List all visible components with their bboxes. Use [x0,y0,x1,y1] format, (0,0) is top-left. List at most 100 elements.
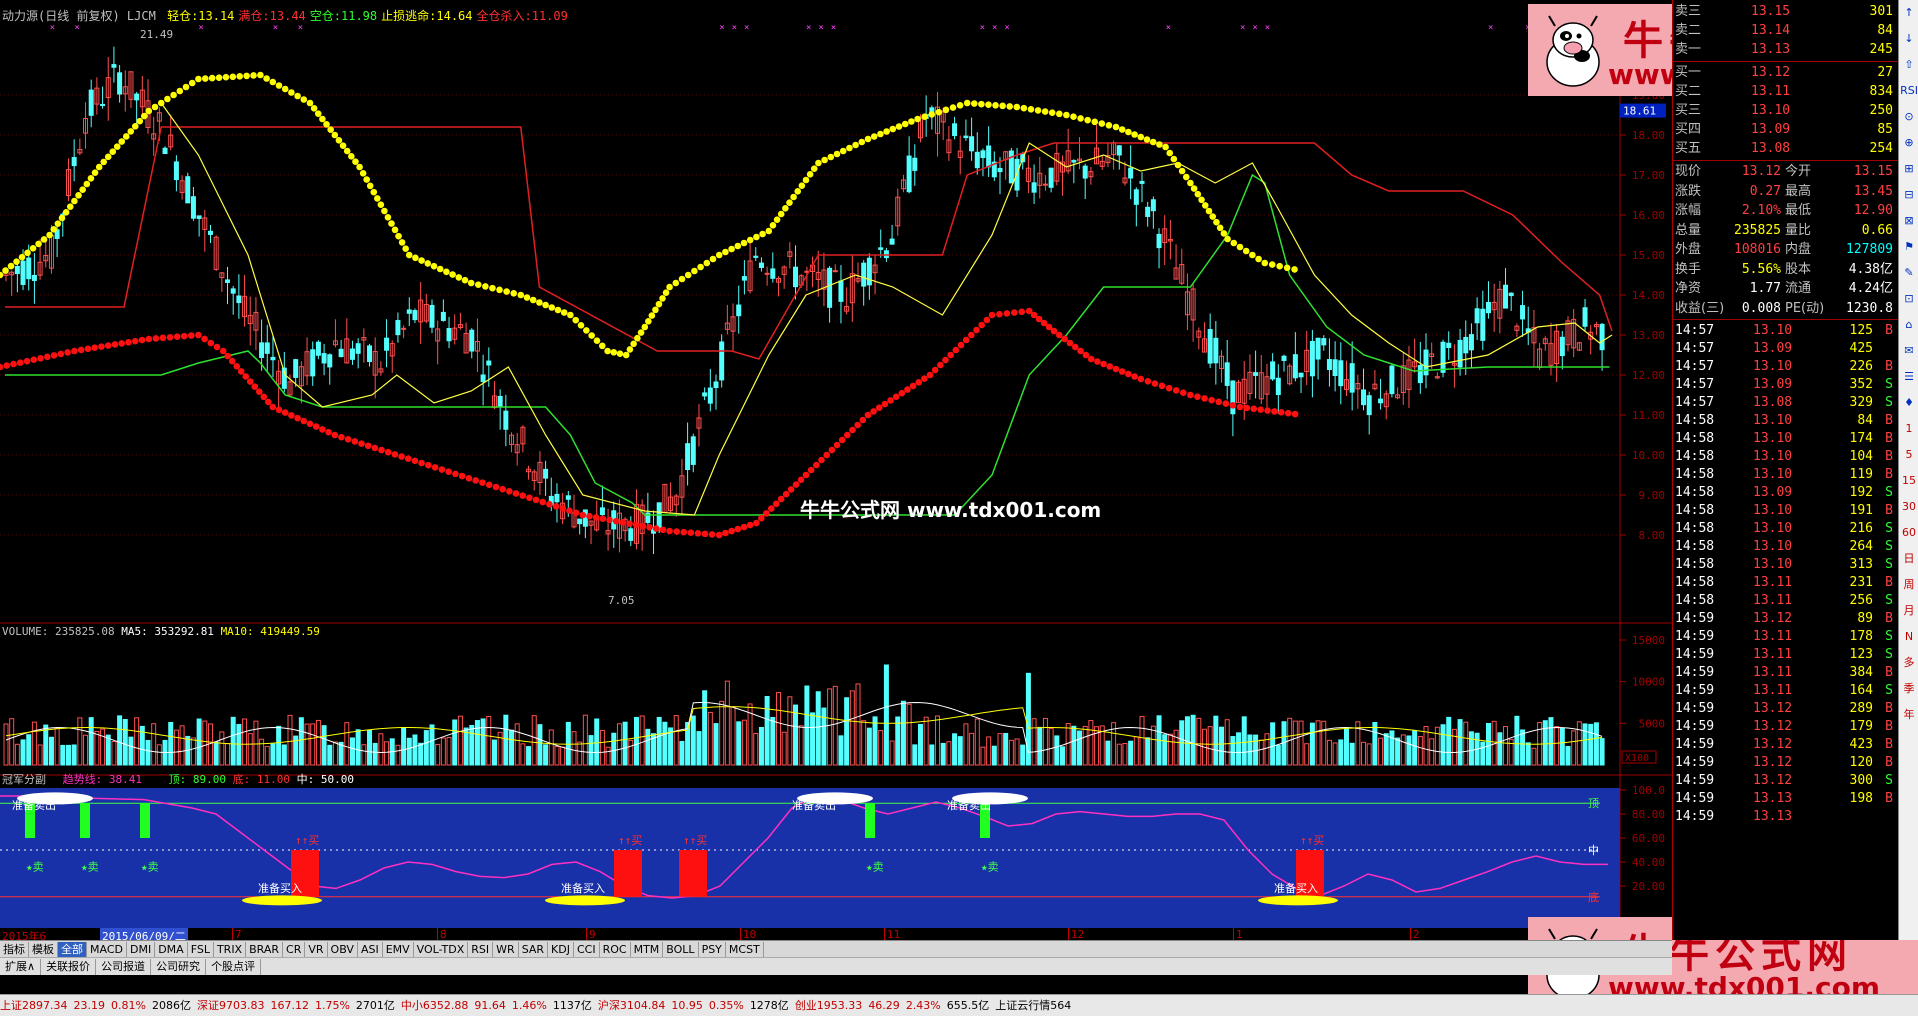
market-index-item[interactable]: 10.95 [671,999,703,1012]
toolbar-button[interactable]: ⊟ [1899,182,1918,208]
volume-bar [1236,732,1242,766]
indicator-tab[interactable]: BOLL [663,941,699,958]
indicator-tab[interactable]: 模板 [29,941,58,958]
toolbar-button[interactable]: 周 [1899,572,1918,598]
indicator-tab[interactable]: DMI [127,941,156,958]
indicator-tab[interactable]: VR [305,941,328,958]
stop-loss-dot [1105,121,1113,129]
indicator-tab[interactable]: CR [283,941,306,958]
toolbar-button[interactable]: ↓ [1899,26,1918,52]
market-index-item[interactable]: 2.43% [906,999,941,1012]
market-index-item[interactable]: 2701亿 [356,999,395,1012]
candle-body [980,150,986,159]
order-book-row[interactable]: 买三 13.10 250 [1673,101,1899,120]
market-index-item[interactable]: 1137亿 [553,999,592,1012]
order-book-row[interactable]: 买二 13.11 834 [1673,82,1899,101]
toolbar-button[interactable]: ⇧ [1899,52,1918,78]
indicator-tab[interactable]: 指标 [0,941,29,958]
indicator-tab[interactable]: OBV [328,941,358,958]
toolbar-button[interactable]: ⊞ [1899,156,1918,182]
market-index-item[interactable]: 沪深3104.84 [598,999,666,1012]
function-tab[interactable]: 公司报道 [96,958,152,975]
function-tab[interactable]: 个股点评 [206,958,262,975]
indicator-tab[interactable]: TRIX [214,941,247,958]
market-index-item[interactable]: 655.5亿 [947,999,990,1012]
toolbar-button[interactable]: 5 [1899,442,1918,468]
market-index-item[interactable]: 23.19 [74,999,106,1012]
candle-body [628,528,634,541]
stop-loss-dot [1174,161,1182,169]
indicator-tab[interactable]: RSI [468,941,494,958]
order-book-row[interactable]: 买五 13.08 254 [1673,139,1899,158]
indicator-tab[interactable]: ROC [600,941,631,958]
toolbar-button[interactable]: RSI [1899,78,1918,104]
market-index-item[interactable]: 0.81% [111,999,146,1012]
order-book-row[interactable]: 买一 13.12 27 [1673,63,1899,82]
toolbar-button[interactable]: 季 [1899,676,1918,702]
market-index-item[interactable]: 0.35% [709,999,744,1012]
indicator-tab[interactable]: MACD [87,941,127,958]
toolbar-button[interactable]: N [1899,624,1918,650]
toolbar-button[interactable]: ⊕ [1899,130,1918,156]
toolbar-button[interactable]: 30 [1899,494,1918,520]
stat-value: 0.27 [1749,183,1781,199]
toolbar-button[interactable]: 60 [1899,520,1918,546]
market-index-item[interactable]: 46.29 [868,999,900,1012]
indicator-tab[interactable]: 全部 [58,941,87,958]
indicator-tab[interactable]: BRAR [246,941,284,958]
market-index-item[interactable]: 2086亿 [152,999,191,1012]
full-buy-dot [84,345,92,353]
chart-area[interactable]: ×××××××××××××××××××××× 15000100005000X10… [0,0,1672,944]
market-index-item[interactable]: 上证云行情564 [995,999,1071,1012]
toolbar-button[interactable]: 月 [1899,598,1918,624]
function-tab[interactable]: 公司研究 [151,958,207,975]
indicator-tab[interactable]: MTM [631,941,664,958]
full-buy-dot [539,498,547,506]
toolbar-button[interactable]: ↑ [1899,0,1918,26]
indicator-tab[interactable]: EMV [383,941,414,958]
toolbar-button[interactable]: ⊙ [1899,104,1918,130]
toolbar-button[interactable]: ✉ [1899,338,1918,364]
market-index-item[interactable]: 中小6352.88 [401,999,469,1012]
function-tab[interactable]: 关联报价 [41,958,97,975]
toolbar-button[interactable]: 年 [1899,702,1918,728]
market-index-item[interactable]: 深证9703.83 [197,999,265,1012]
toolbar-button[interactable]: 日 [1899,546,1918,572]
order-book-row[interactable]: 买四 13.09 85 [1673,120,1899,139]
tick-volume: 84 [1857,413,1873,428]
function-tab[interactable]: 扩展∧ [0,958,42,975]
toolbar-button[interactable]: ⊠ [1899,208,1918,234]
market-index-item[interactable]: 创业1953.33 [795,999,863,1012]
indicator-tab[interactable]: SAR [519,941,549,958]
toolbar-button[interactable]: ⌂ [1899,312,1918,338]
indicator-tab[interactable]: MCST [726,941,764,958]
market-index-item[interactable]: 1.75% [315,999,350,1012]
toolbar-button[interactable]: ⊡ [1899,286,1918,312]
toolbar-button[interactable]: 15 [1899,468,1918,494]
order-book-row[interactable]: 卖一 13.13 245 [1673,40,1899,59]
toolbar-button[interactable]: 多 [1899,650,1918,676]
market-index-item[interactable]: 1.46% [512,999,547,1012]
market-index-item[interactable]: 91.64 [474,999,506,1012]
kline-chart[interactable]: ×××××××××××××××××××××× 15000100005000X10… [0,0,1672,940]
indicator-tab[interactable]: PSY [699,941,726,958]
indicator-tab[interactable]: WR [493,941,519,958]
toolbar-button[interactable]: ☰ [1899,364,1918,390]
toolbar-button[interactable]: ♦ [1899,390,1918,416]
stat-label: PE(动) [1785,300,1825,316]
market-index-item[interactable]: 167.12 [270,999,309,1012]
indicator-tab[interactable]: CCI [574,941,600,958]
volume-bar [952,733,958,766]
order-book-row[interactable]: 卖二 13.14 84 [1673,21,1899,40]
indicator-tab[interactable]: VOL-TDX [414,941,469,958]
market-index-item[interactable]: 1278亿 [750,999,789,1012]
order-book-row[interactable]: 卖三 13.15 301 [1673,2,1899,21]
indicator-tab[interactable]: KDJ [548,941,574,958]
toolbar-button[interactable]: 1 [1899,416,1918,442]
toolbar-button[interactable]: ✎ [1899,260,1918,286]
indicator-tab[interactable]: DMA [155,941,188,958]
toolbar-button[interactable]: ⚑ [1899,234,1918,260]
indicator-tab[interactable]: FSL [188,941,214,958]
indicator-tab[interactable]: ASI [358,941,383,958]
market-index-item[interactable]: 上证2897.34 [0,999,68,1012]
